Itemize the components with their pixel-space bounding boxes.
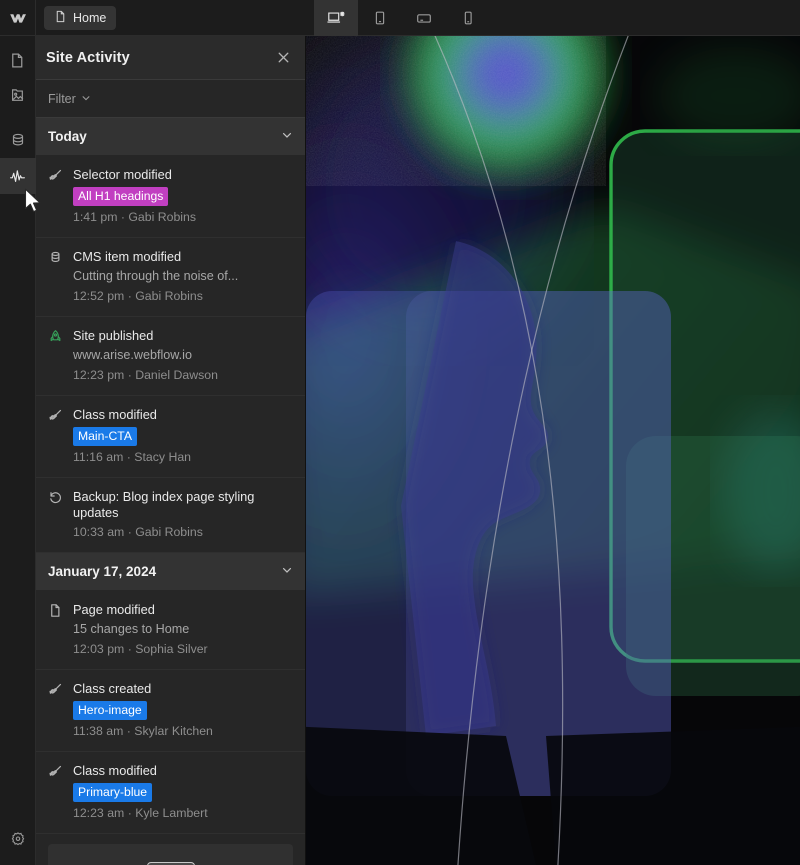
- activity-item-title: Class created: [73, 681, 152, 696]
- rail-item-cms[interactable]: [0, 122, 36, 158]
- activity-item[interactable]: Class modified Primary-blue 12:23 am · Kyl…: [36, 752, 305, 834]
- activity-item-meta: 12:23 am · Kyle Lambert: [73, 806, 208, 820]
- activity-item-meta: 11:38 am · Skylar Kitchen: [73, 724, 213, 738]
- activity-item-meta: 12:23 pm · Daniel Dawson: [73, 368, 218, 382]
- activity-item-body: Site published www.arise.webflow.io 12:23 …: [73, 328, 293, 383]
- rail-item-pages[interactable]: [0, 42, 36, 78]
- viewport-breakpoints: [314, 0, 490, 36]
- chevron-down-icon: [81, 92, 91, 106]
- activity-item-subtitle: Cutting through the noise of...: [73, 269, 239, 283]
- activity-group-label: January 17, 2024: [48, 564, 157, 579]
- site-activity-panel: Site Activity Filter Today Selector modif…: [36, 36, 306, 865]
- paintbrush-icon: [48, 681, 64, 739]
- activity-card-peek[interactable]: [48, 844, 293, 865]
- left-rail: [0, 36, 36, 865]
- tablet-breakpoint-icon[interactable]: [358, 0, 402, 36]
- page-title: Site Activity: [46, 49, 130, 66]
- activity-item-title: Backup: Blog index page styling updates: [73, 489, 255, 520]
- webflow-designer: Home Site Activity Filter Today Selector…: [0, 0, 800, 865]
- filter-dropdown[interactable]: Filter: [36, 80, 305, 118]
- activity-item-meta: 1:41 pm · Gabi Robins: [73, 210, 197, 224]
- activity-item[interactable]: Backup: Blog index page styling updates 1…: [36, 478, 305, 553]
- activity-item-subtitle: www.arise.webflow.io: [73, 348, 192, 362]
- panel-header: Site Activity: [36, 36, 305, 80]
- status-badge: All H1 headings: [73, 187, 169, 206]
- activity-item-title: Page modified: [73, 602, 155, 617]
- activity-item[interactable]: Site published www.arise.webflow.io 12:23 …: [36, 317, 305, 396]
- activity-item[interactable]: Class modified Main-CTA 11:16 am · Stacy H…: [36, 396, 305, 478]
- activity-item-meta: 12:03 pm · Sophia Silver: [73, 642, 208, 656]
- activity-item-body: CMS item modified Cutting through the noi…: [73, 249, 293, 304]
- desktop-breakpoint-icon[interactable]: [314, 0, 358, 36]
- activity-group-header[interactable]: Today: [36, 118, 305, 156]
- activity-list[interactable]: Today Selector modified All H1 headings 1:4…: [36, 118, 305, 865]
- gear-icon[interactable]: [0, 821, 36, 857]
- activity-group-header[interactable]: January 17, 2024: [36, 553, 305, 591]
- close-icon[interactable]: [273, 48, 293, 68]
- activity-item-body: Class created Hero-image 11:38 am · Skylar…: [73, 681, 293, 739]
- rail-item-assets[interactable]: [0, 78, 36, 114]
- tab-home[interactable]: Home: [44, 5, 117, 30]
- mobile-landscape-breakpoint-icon[interactable]: [402, 0, 446, 36]
- database-icon: [48, 249, 64, 304]
- activity-item-body: Class modified Primary-blue 12:23 am · Kyl…: [73, 763, 293, 821]
- page-icon: [54, 10, 67, 26]
- activity-item-title: Class modified: [73, 763, 157, 778]
- status-badge: Hero-image: [73, 701, 147, 720]
- chevron-down-icon[interactable]: [281, 563, 293, 581]
- activity-item-body: Backup: Blog index page styling updates 1…: [73, 489, 293, 540]
- activity-item-subtitle: 15 changes to Home: [73, 622, 190, 636]
- paintbrush-icon: [48, 407, 64, 465]
- activity-item-body: Class modified Main-CTA 11:16 am · Stacy H…: [73, 407, 293, 465]
- activity-item-meta: 12:52 pm · Gabi Robins: [73, 289, 203, 303]
- activity-item-body: Page modified 15 changes to Home 12:03 pm …: [73, 602, 293, 657]
- tab-label: Home: [73, 10, 107, 25]
- top-bar: Home: [0, 0, 800, 36]
- activity-item-body: Selector modified All H1 headings 1:41 pm …: [73, 167, 293, 225]
- rocket-icon: [48, 328, 64, 383]
- main-body: Site Activity Filter Today Selector modif…: [0, 36, 800, 865]
- activity-item-title: Site published: [73, 328, 154, 343]
- paintbrush-icon: [48, 763, 64, 821]
- activity-group-label: Today: [48, 129, 87, 144]
- activity-item[interactable]: Selector modified All H1 headings 1:41 pm …: [36, 156, 305, 238]
- activity-item-title: Class modified: [73, 407, 157, 422]
- page-icon: [48, 602, 64, 657]
- activity-item-meta: 11:16 am · Stacy Han: [73, 450, 192, 464]
- rail-item-activity[interactable]: [0, 158, 36, 194]
- status-badge: Primary-blue: [73, 783, 153, 802]
- activity-item[interactable]: Class created Hero-image 11:38 am · Skylar…: [36, 670, 305, 752]
- activity-item-title: Selector modified: [73, 167, 172, 182]
- activity-item[interactable]: CMS item modified Cutting through the noi…: [36, 238, 305, 317]
- status-badge: Main-CTA: [73, 427, 137, 446]
- activity-item[interactable]: Page modified 15 changes to Home 12:03 pm …: [36, 591, 305, 670]
- webflow-logo-icon[interactable]: [0, 0, 36, 36]
- noise-texture: [306, 36, 606, 186]
- activity-item-meta: 10:33 am · Gabi Robins: [73, 525, 203, 539]
- history-icon: [48, 489, 64, 540]
- mobile-portrait-breakpoint-icon[interactable]: [446, 0, 490, 36]
- paintbrush-icon: [48, 167, 64, 225]
- chevron-down-icon[interactable]: [281, 128, 293, 146]
- activity-item-title: CMS item modified: [73, 249, 182, 264]
- filter-label: Filter: [48, 91, 76, 106]
- design-canvas[interactable]: [306, 36, 800, 865]
